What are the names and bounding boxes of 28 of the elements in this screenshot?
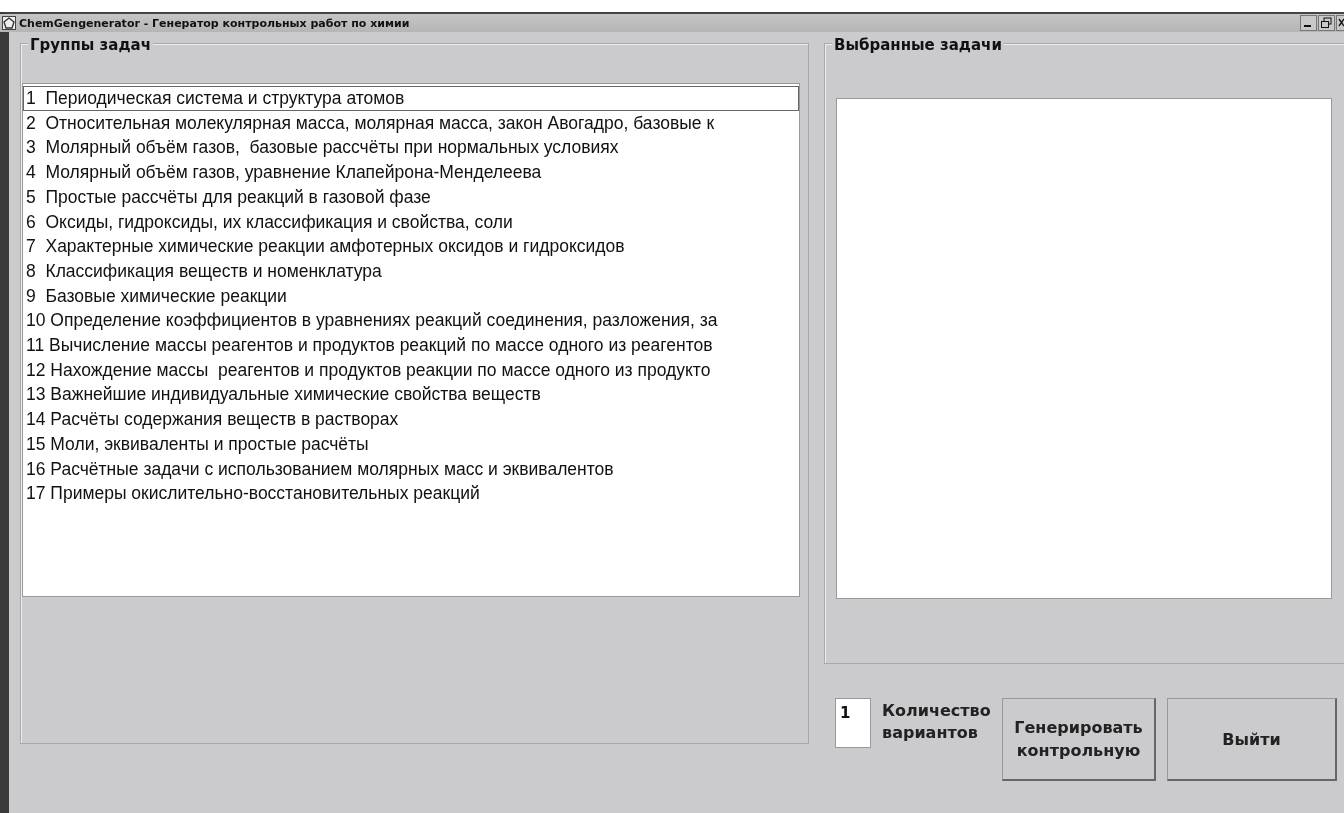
list-item[interactable]: 16 Расчётные задачи с использованием молярных масс и эквивалентов: [23, 456, 799, 482]
list-item[interactable]: 2 Относительная молекулярная масса, молярная масса, закон Авогадро, базовые к: [23, 110, 799, 136]
list-item[interactable]: 7 Характерные химические реакции амфотерных оксидов и гидроксидов: [23, 234, 799, 259]
list-item[interactable]: 15 Моли, эквиваленты и простые расчёты: [23, 431, 799, 457]
window-title: ChemGengenerator - Генератор контрольных работ по химии: [19, 16, 410, 30]
list-item[interactable]: 13 Важнейшие индивидуальные химические свойства веществ: [23, 382, 799, 408]
group-title: Группы задач: [28, 36, 153, 54]
list-item[interactable]: 17 Примеры окислительно-восстановительных реакций: [23, 481, 799, 506]
list-item[interactable]: 9 Базовые химические реакции: [23, 283, 799, 309]
list-item[interactable]: 3 Молярный объём газов, базовые рассчёты при нормальных условиях: [23, 135, 799, 161]
generate-button[interactable]: Генерировать контрольную: [1002, 698, 1156, 781]
list-item[interactable]: 12 Нахождение массы реагентов и продуктов реакции по массе одного из продукто: [23, 357, 799, 383]
list-item[interactable]: 8 Классификация веществ и номенклатура: [23, 258, 799, 284]
task-group-list[interactable]: [22, 83, 800, 597]
list-item[interactable]: 1 Периодическая система и структура атомов: [23, 86, 799, 111]
variants-field[interactable]: 1: [835, 698, 871, 748]
variants-label: Количество вариантов: [882, 700, 992, 744]
close-button[interactable]: [1336, 15, 1344, 31]
app-icon: [2, 16, 16, 30]
exit-button[interactable]: Выйти: [1167, 698, 1337, 781]
list-item[interactable]: 11 Вычисление массы реагентов и продуктов реакций по массе одного из реагентов: [23, 333, 799, 358]
minimize-button[interactable]: [1300, 15, 1317, 31]
group-title: Выбранные задачи: [832, 36, 1004, 54]
list-item[interactable]: 6 Оксиды, гидроксиды, их классификация и свойства, соли: [23, 209, 799, 235]
list-item[interactable]: 14 Расчёты содержания веществ в растворах: [23, 407, 799, 432]
list-item[interactable]: 10 Определение коэффициентов в уравнениях реакций соединения, разложения, за: [23, 308, 799, 334]
list-item[interactable]: 4 Молярный объём газов, уравнение Клапейрона-Менделеева: [23, 160, 799, 185]
list-item[interactable]: 5 Простые рассчёты для реакций в газовой фазе: [23, 184, 799, 210]
